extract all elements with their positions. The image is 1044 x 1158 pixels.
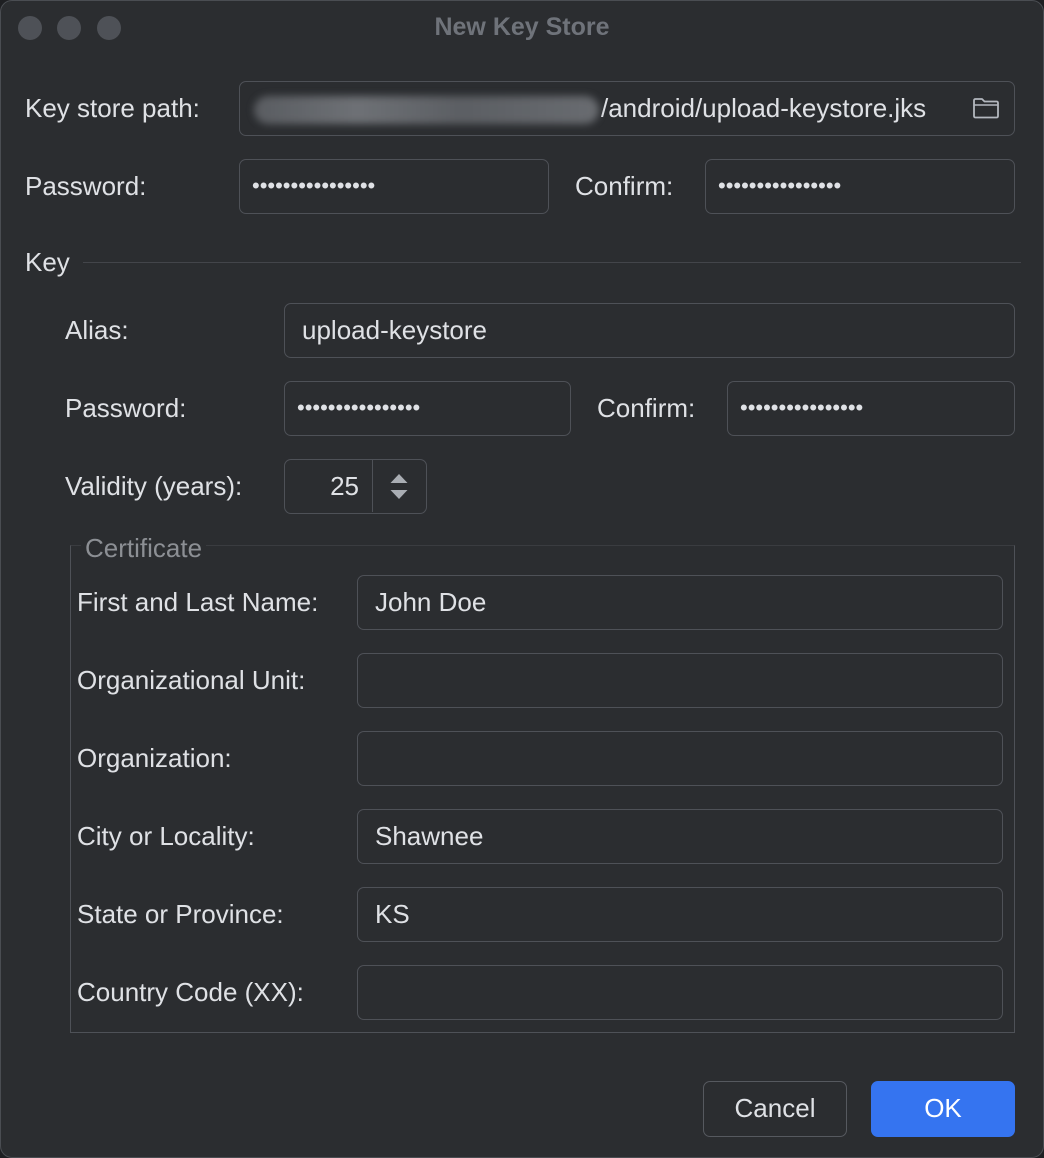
- country-code-input[interactable]: [357, 965, 1003, 1020]
- cancel-button[interactable]: Cancel: [703, 1081, 847, 1137]
- validity-value: 25: [330, 471, 359, 501]
- keystore-password-label: Password:: [25, 171, 147, 201]
- organization-label: Organization:: [77, 743, 232, 773]
- keystore-confirm-label: Confirm:: [575, 171, 674, 201]
- key-store-path-input[interactable]: /android/upload-keystore.jks: [239, 81, 1015, 136]
- new-key-store-dialog: New Key Store Key store path: /android/u…: [0, 0, 1044, 1158]
- certificate-legend: Certificate: [81, 532, 207, 564]
- redacted-path-prefix: [254, 96, 599, 125]
- first-last-name-label: First and Last Name:: [77, 587, 319, 617]
- title-bar: New Key Store: [1, 1, 1043, 55]
- validity-spinner[interactable]: 25: [284, 459, 427, 514]
- organization-input[interactable]: [357, 731, 1003, 786]
- validity-label: Validity (years):: [65, 471, 243, 501]
- window-title: New Key Store: [434, 13, 610, 41]
- state-province-input[interactable]: KS: [357, 887, 1003, 942]
- up-down-arrows-icon[interactable]: [372, 460, 426, 512]
- country-code-label: Country Code (XX):: [77, 977, 304, 1007]
- organizational-unit-input[interactable]: [357, 653, 1003, 708]
- key-confirm-label: Confirm:: [597, 393, 696, 423]
- city-locality-input[interactable]: Shawnee: [357, 809, 1003, 864]
- keystore-confirm-input[interactable]: ••••••••••••••••: [705, 159, 1015, 214]
- alias-label: Alias:: [65, 315, 129, 345]
- alias-input[interactable]: upload-keystore: [284, 303, 1015, 358]
- first-last-name-input[interactable]: John Doe: [357, 575, 1003, 630]
- organizational-unit-label: Organizational Unit:: [77, 665, 306, 695]
- keystore-password-input[interactable]: ••••••••••••••••: [239, 159, 549, 214]
- key-store-path-value: /android/upload-keystore.jks: [601, 93, 927, 123]
- key-password-label: Password:: [65, 393, 187, 423]
- key-confirm-input[interactable]: ••••••••••••••••: [727, 381, 1015, 436]
- state-province-label: State or Province:: [77, 899, 284, 929]
- key-section-label: Key: [25, 247, 70, 277]
- ok-button[interactable]: OK: [871, 1081, 1015, 1137]
- folder-icon[interactable]: [972, 96, 1000, 120]
- key-section-divider: [83, 262, 1021, 263]
- city-locality-label: City or Locality:: [77, 821, 255, 851]
- key-password-input[interactable]: ••••••••••••••••: [284, 381, 571, 436]
- key-store-path-label: Key store path:: [25, 93, 200, 123]
